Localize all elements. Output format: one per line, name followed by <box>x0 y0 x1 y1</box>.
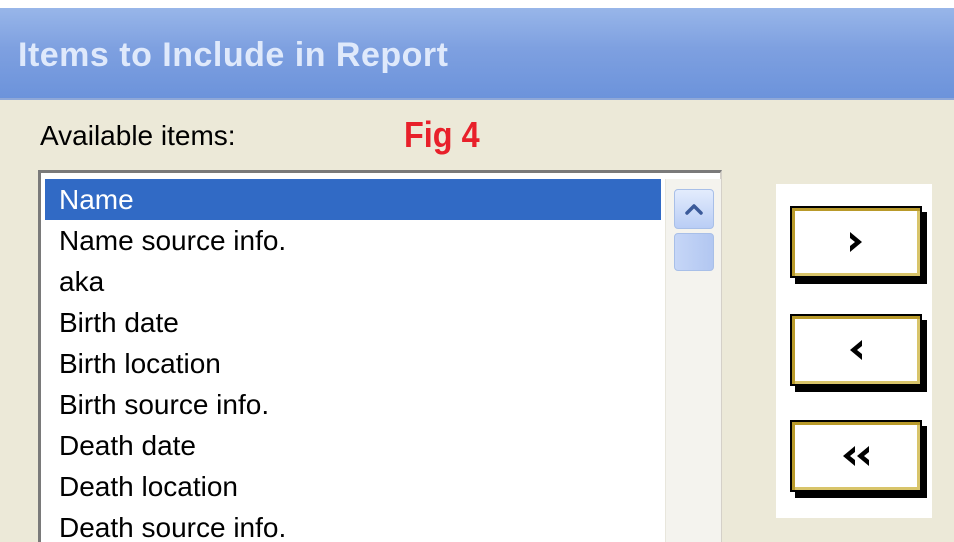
list-item-death-location[interactable]: Death location <box>45 466 661 507</box>
dialog-title: Items to Include in Report <box>18 36 449 74</box>
list-item-aka[interactable]: aka <box>45 261 661 302</box>
remove-all-button[interactable] <box>790 420 922 492</box>
list-item-birth-date[interactable]: Birth date <box>45 302 661 343</box>
scroll-thumb[interactable] <box>674 233 714 271</box>
vertical-scrollbar[interactable] <box>665 179 721 542</box>
move-buttons-area <box>776 184 932 518</box>
available-items-listbox[interactable]: Name Name source info. aka Birth date Bi… <box>38 170 722 542</box>
add-item-button[interactable] <box>790 206 922 278</box>
double-chevron-left-icon <box>843 446 869 466</box>
top-strip <box>0 0 954 8</box>
remove-item-button[interactable] <box>790 314 922 386</box>
chevron-right-icon <box>850 232 862 252</box>
available-items-list: Name Name source info. aka Birth date Bi… <box>45 179 661 542</box>
list-item-death-source-info[interactable]: Death source info. <box>45 507 661 542</box>
available-items-label: Available items: <box>40 120 236 151</box>
report-items-panel: Items to Include in Report Available ite… <box>0 0 954 542</box>
figure-label: Fig 4 <box>404 114 480 155</box>
list-item-death-date[interactable]: Death date <box>45 425 661 466</box>
title-bar: Items to Include in Report <box>0 8 954 100</box>
list-item-birth-location[interactable]: Birth location <box>45 343 661 384</box>
scroll-up-button[interactable] <box>674 189 714 229</box>
chevron-left-icon <box>850 340 862 360</box>
list-item-name-source-info[interactable]: Name source info. <box>45 220 661 261</box>
chevron-up-icon <box>685 204 703 215</box>
list-item-name[interactable]: Name <box>45 179 661 220</box>
list-item-birth-source-info[interactable]: Birth source info. <box>45 384 661 425</box>
